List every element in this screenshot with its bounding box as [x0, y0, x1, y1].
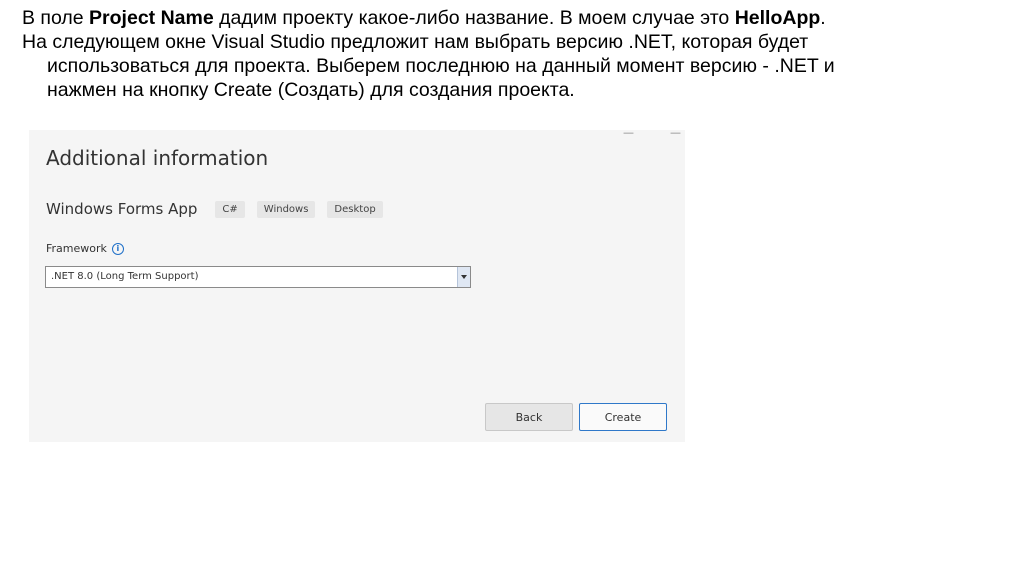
project-name-highlight: Project Name — [89, 7, 214, 29]
tag-csharp: C# — [215, 200, 245, 218]
slide-text: В поле Project Name дадим проекту какое-… — [22, 6, 1002, 102]
window-controls: — — — [623, 130, 681, 139]
helloapp-highlight: HelloApp — [734, 7, 821, 29]
additional-information-dialog: — — Additional information Windows Forms… — [29, 130, 685, 442]
create-button[interactable]: Create — [579, 403, 667, 431]
tag-windows: Windows — [256, 200, 316, 218]
slide-line-4: нажмен на кнопку Create (Создать) для со… — [47, 79, 575, 101]
close-icon[interactable]: — — [670, 130, 681, 139]
tag-desktop: Desktop — [327, 200, 383, 218]
minimize-icon[interactable]: — — [623, 130, 634, 139]
project-type-name: Windows Forms App — [46, 200, 198, 218]
project-type-row: Windows Forms App C# Windows Desktop — [46, 200, 395, 218]
slide-line-2: На следующем окне Visual Studio предложи… — [22, 31, 809, 53]
framework-label: Framework — [46, 242, 107, 255]
slide-line-3: использоваться для проекта. Выберем посл… — [47, 55, 835, 77]
framework-label-row: Framework i — [46, 242, 124, 255]
back-button[interactable]: Back — [485, 403, 573, 431]
framework-select[interactable]: .NET 8.0 (Long Term Support) — [45, 266, 471, 288]
framework-select-value: .NET 8.0 (Long Term Support) — [51, 271, 199, 282]
dialog-title: Additional information — [46, 146, 269, 170]
info-icon[interactable]: i — [111, 242, 124, 255]
chevron-down-icon[interactable] — [457, 267, 470, 287]
slide-line-1: В поле Project Name дадим проекту какое-… — [22, 7, 826, 29]
